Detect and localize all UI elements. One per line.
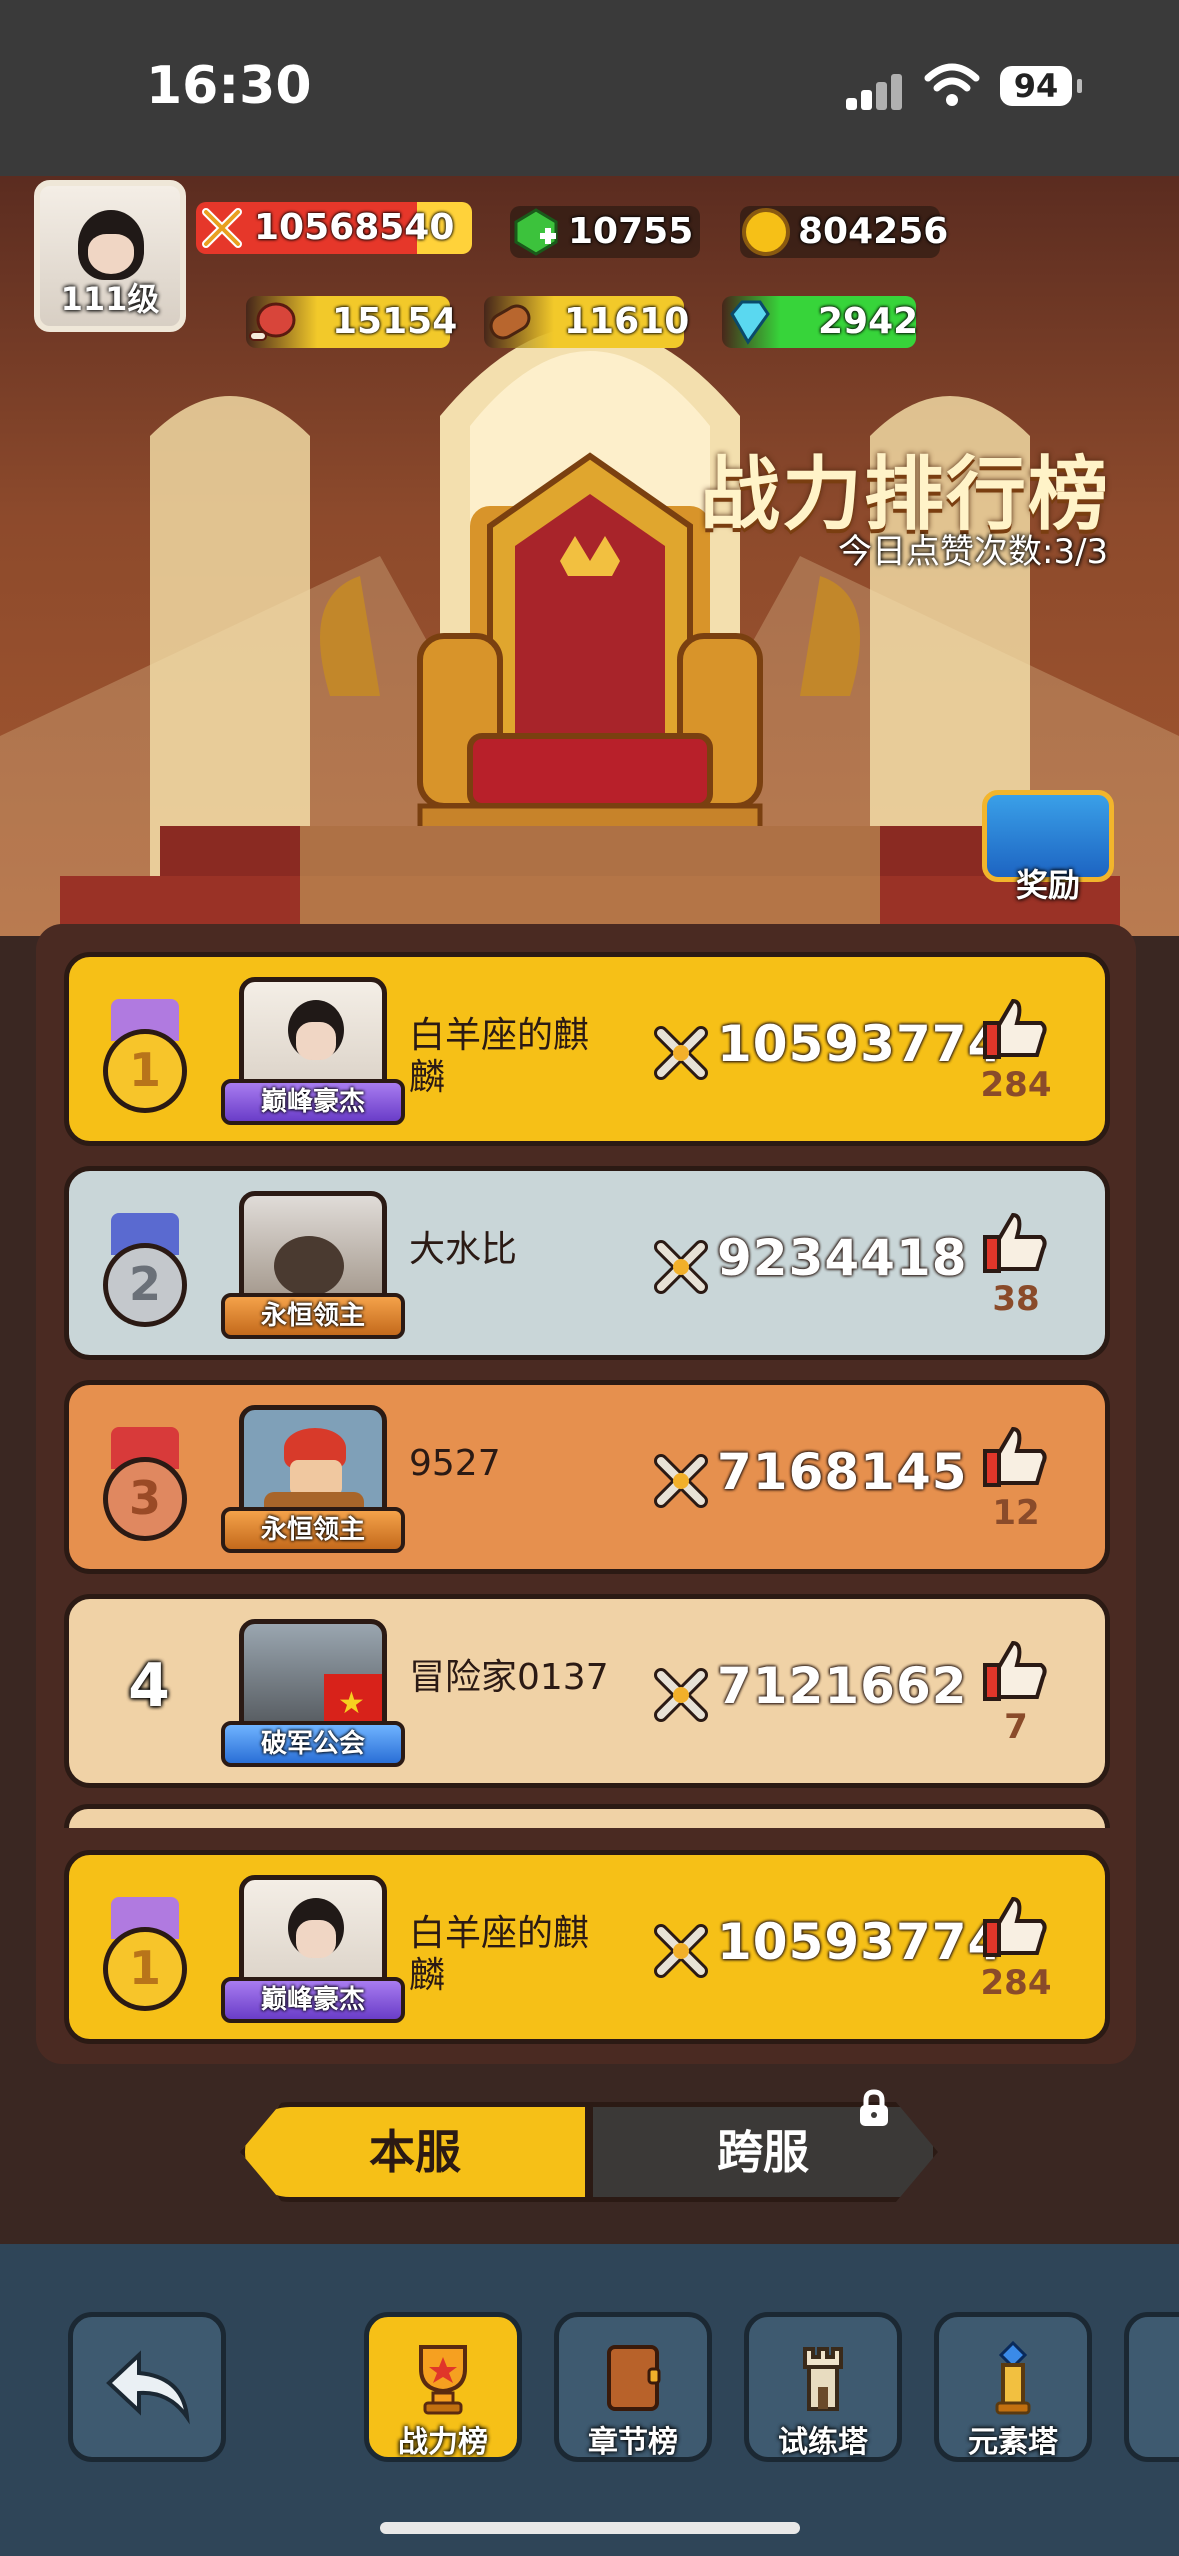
nav-more-peek[interactable]: [1124, 2312, 1179, 2462]
table-row[interactable]: 2 永恒领主 大水比 9234418 38: [64, 1166, 1110, 1360]
element-tower-icon: [995, 2340, 1031, 2415]
wood-stat: 11610: [484, 296, 689, 348]
bottom-nav: 战力榜 章节榜 试练塔 元素塔: [0, 2244, 1179, 2556]
combat-power-stat: 10568540: [196, 202, 472, 254]
like-count: 284: [980, 1065, 1052, 1105]
back-button[interactable]: [68, 2312, 226, 2462]
meat-icon: [249, 302, 296, 341]
combat-power: 9234418: [717, 1229, 968, 1287]
player-level: 111级: [60, 280, 160, 318]
status-time: 16:30: [146, 56, 312, 116]
home-indicator[interactable]: [380, 2522, 800, 2534]
table-row[interactable]: 1 巅峰豪杰 白羊座的麒麟 10593774 284: [64, 952, 1110, 1146]
back-arrow-icon: [106, 2350, 190, 2425]
player-name: 大水比: [409, 1229, 518, 1270]
player-avatar[interactable]: 111级: [34, 180, 186, 332]
nav-element-tower[interactable]: 元素塔: [934, 2312, 1092, 2462]
wood-log-icon: [489, 304, 531, 340]
wifi-icon: [924, 63, 980, 106]
my-rank-row[interactable]: 1 巅峰豪杰 白羊座的麒麟 10593774 284: [64, 1850, 1110, 2044]
reward-button[interactable]: 奖励: [976, 790, 1120, 906]
crossed-swords-icon: [654, 1454, 708, 1508]
lock-icon: [860, 2089, 888, 2126]
combat-power: 7121662: [717, 1657, 968, 1715]
thumbs-up-icon[interactable]: [983, 1425, 1049, 1489]
gold-coin-icon: [742, 208, 790, 256]
combat-power: 7168145: [717, 1443, 968, 1501]
thumbs-up-icon[interactable]: [983, 997, 1049, 1061]
nav-label: 元素塔: [968, 2425, 1058, 2460]
like-count: 284: [980, 1963, 1052, 2003]
thumbs-up-icon[interactable]: [983, 1895, 1049, 1959]
crossed-swords-icon: [654, 1240, 708, 1294]
tab-local-server[interactable]: 本服: [240, 2102, 590, 2202]
thumbs-up-icon[interactable]: [983, 1211, 1049, 1275]
avatar-portrait: [78, 210, 144, 280]
gem-stat: 10755: [510, 206, 700, 258]
title-badge: 永恒领主: [221, 1507, 405, 1553]
nav-chapter-rank[interactable]: 章节榜: [554, 2312, 712, 2462]
next-row-peek: [64, 1804, 1110, 1828]
table-row[interactable]: 3 永恒领主 9527 7168145 12: [64, 1380, 1110, 1574]
tower-icon: [803, 2347, 843, 2411]
thumbs-up-icon[interactable]: [983, 1639, 1049, 1703]
status-bar: 16:30 94: [0, 0, 1179, 176]
rank-number: 4: [128, 1651, 170, 1721]
table-row[interactable]: 4 ★ 破军公会 冒险家0137 7121662 7: [64, 1594, 1110, 1788]
title-badge: 永恒领主: [221, 1293, 405, 1339]
title-badge: 巅峰豪杰: [221, 1977, 405, 2023]
meat-stat: 15154: [246, 296, 457, 348]
gold-medal-icon: 1: [97, 1897, 193, 2017]
nav-power-rank[interactable]: 战力榜: [364, 2312, 522, 2462]
nav-trial-tower[interactable]: 试练塔: [744, 2312, 902, 2462]
book-icon: [607, 2345, 661, 2411]
reward-label: 奖励: [1015, 866, 1080, 904]
combat-power: 10593774: [717, 1015, 1004, 1073]
likes-today-counter: 今日点赞次数:3/3: [838, 532, 1109, 572]
crossed-swords-icon: [654, 1026, 708, 1080]
silver-medal-icon: 2: [97, 1213, 193, 1333]
like-count: 12: [992, 1493, 1040, 1533]
player-name: 冒险家0137: [409, 1657, 609, 1698]
title-badge: 破军公会: [221, 1721, 405, 1767]
player-name: 白羊座的麒麟: [409, 1913, 590, 1996]
like-count: 38: [992, 1279, 1040, 1319]
nav-label: 试练塔: [778, 2425, 868, 2460]
crossed-swords-icon: [202, 208, 242, 248]
like-count: 7: [1004, 1707, 1028, 1747]
green-gem-plus-icon[interactable]: [510, 206, 562, 258]
player-name: 白羊座的麒麟: [409, 1015, 590, 1098]
combat-power: 10593774: [717, 1913, 1004, 1971]
diamond-icon: [730, 300, 770, 345]
player-name: 9527: [409, 1443, 501, 1484]
nav-label: 章节榜: [588, 2425, 678, 2460]
bronze-medal-icon: 3: [97, 1427, 193, 1547]
server-tabs: 本服 跨服: [240, 2102, 940, 2202]
cellular-signal-icon: [846, 70, 904, 110]
crossed-swords-icon: [654, 1668, 708, 1722]
nav-label: 战力榜: [398, 2425, 488, 2460]
leaderboard: 1 巅峰豪杰 白羊座的麒麟 10593774 284 2 永恒领主 大水比 92…: [36, 924, 1136, 2064]
diamond-stat: 2942: [722, 296, 918, 348]
trophy-icon: [419, 2345, 467, 2415]
gold-stat: 804256: [740, 206, 948, 258]
battery-indicator: 94: [1000, 66, 1082, 106]
crossed-swords-icon: [654, 1924, 708, 1978]
gold-medal-icon: 1: [97, 999, 193, 1119]
title-badge: 巅峰豪杰: [221, 1079, 405, 1125]
